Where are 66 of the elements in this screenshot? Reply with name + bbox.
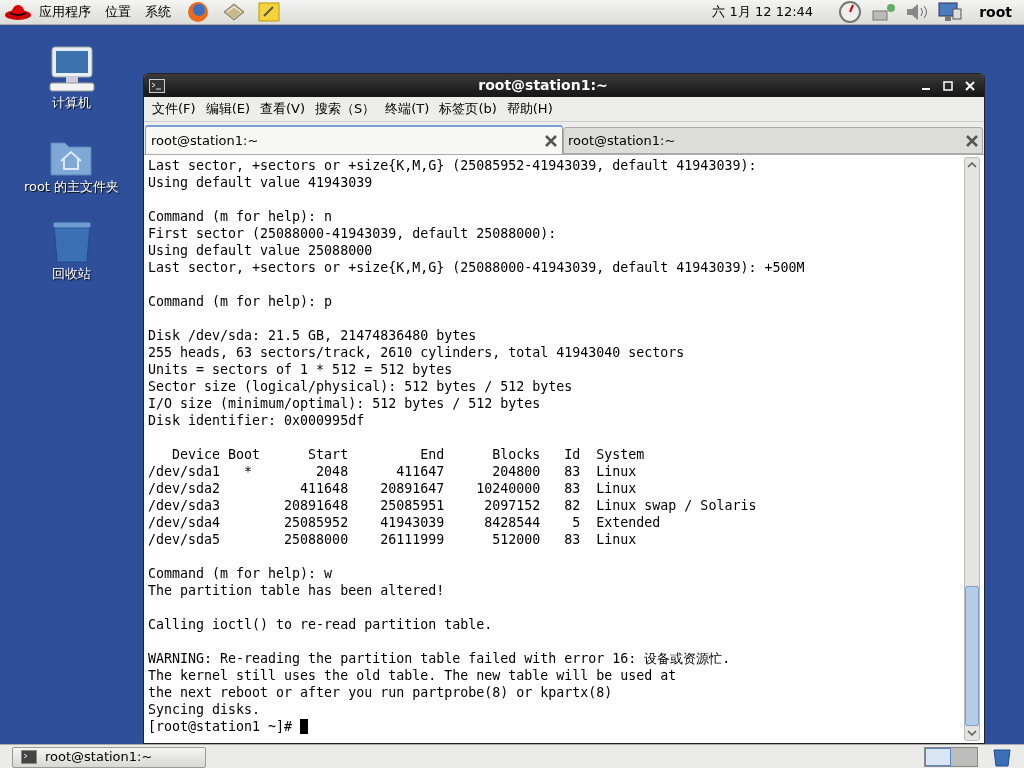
menu-item[interactable]: 终端(T) — [381, 99, 434, 119]
menu-item[interactable]: 文件(F) — [148, 99, 200, 119]
menu-item[interactable]: 标签页(b) — [435, 99, 501, 119]
terminal-line: Calling ioctl() to re-read partition table. — [148, 616, 493, 633]
terminal-line: I/O size (minimum/optimal): 512 bytes / 512 bytes — [148, 395, 541, 412]
computer-icon — [47, 45, 96, 93]
monitor-icon[interactable] — [937, 1, 964, 23]
hat-logo-icon[interactable] — [4, 2, 32, 22]
terminal-line: First sector (25088000-41943039, default 25088000): — [148, 225, 557, 242]
text-cursor — [300, 719, 309, 734]
terminal-line: Units = sectors of 1 * 512 = 512 bytes — [148, 361, 453, 378]
menu-item[interactable]: 编辑(E) — [201, 99, 254, 119]
tab-label: root@station1:~ — [568, 131, 677, 150]
terminal-line: The partition table has been altered! — [148, 582, 445, 599]
terminal-line: Command (m for help): n — [148, 208, 333, 225]
terminal-line: /dev/sda3 20891648 25085951 2097152 82 Linux swap / Solaris — [148, 497, 757, 514]
trash-icon[interactable] — [992, 747, 1012, 767]
notepad-icon[interactable] — [258, 2, 280, 22]
terminal-line: /dev/sda5 25088000 26111999 512000 83 Linux — [148, 531, 637, 548]
terminal-line: Using default value 41943039 — [148, 174, 373, 191]
terminal-line: /dev/sda4 25085952 41943039 8428544 5 Extended — [148, 514, 661, 531]
speaker-icon[interactable] — [905, 2, 930, 22]
terminal-line: Command (m for help): w — [148, 565, 333, 582]
taskbar-button[interactable]: root@station1:~ — [12, 746, 206, 768]
terminal-line: Disk identifier: 0x000995df — [148, 412, 365, 429]
desktop-icon-label[interactable]: 回收站 — [52, 264, 91, 284]
terminal-line: Last sector, +sectors or +size{K,M,G} (25085952-41943039, default 41943039): — [148, 157, 757, 174]
terminal-line: Using default value 25088000 — [148, 242, 373, 259]
terminal-line: Disk /dev/sda: 21.5 GB, 21474836480 bytes — [148, 327, 477, 344]
panel-menu[interactable]: 位置 — [98, 2, 138, 22]
panel-menu[interactable]: 系统 — [138, 2, 178, 22]
network-icon[interactable] — [871, 2, 898, 22]
panel-menu[interactable]: 应用程序 — [32, 2, 98, 22]
terminal-line: WARNING: Re-reading the partition table failed with error 16: 设备或资源忙. — [148, 650, 731, 667]
terminal-line: /dev/sda2 411648 20891647 10240000 83 Linux — [148, 480, 637, 497]
terminal-line: /dev/sda1 * 2048 411647 204800 83 Linux — [148, 463, 637, 480]
terminal-line: Syncing disks. — [148, 701, 261, 718]
clock[interactable]: 六 1月 12 12:44 — [712, 2, 814, 22]
terminal-line: the next reboot or after you run partprobe(8) or kpartx(8) — [148, 684, 613, 701]
globe-icon[interactable] — [186, 1, 210, 23]
terminal-icon — [149, 78, 165, 93]
close-icon[interactable] — [545, 134, 557, 147]
scrollbar-thumb[interactable] — [965, 586, 979, 726]
terminal-line: Command (m for help): p — [148, 293, 333, 310]
terminal-line: Device Boot Start End Blocks Id System — [171, 446, 645, 463]
terminal-line: Last sector, +sectors or +size{K,M,G} (25088000-41943039, default 41943039): +500M — [148, 259, 805, 276]
desktop-icon-label[interactable]: 计算机 — [52, 93, 91, 113]
shell-prompt: [root@station1 ~]# — [148, 718, 293, 735]
menu-item[interactable]: 搜索（S） — [311, 99, 380, 119]
window-title: root@station1:~ — [477, 76, 609, 95]
terminal-line: The kernel still uses the old table. The new table will be used at — [148, 667, 677, 684]
tab[interactable]: root@station1:~ — [563, 127, 983, 154]
maximize-icon[interactable] — [943, 80, 953, 91]
menu-item[interactable]: 查看(V) — [256, 99, 310, 119]
trash-icon — [50, 220, 93, 264]
terminal-line: Sector size (logical/physical): 512 bytes / 512 bytes — [148, 378, 573, 395]
gauge-icon[interactable] — [837, 1, 864, 23]
tab[interactable]: root@station1:~ — [145, 125, 563, 154]
terminal-line: 255 heads, 63 sectors/track, 2610 cylinders, total 41943040 sectors — [148, 344, 685, 361]
menu-item[interactable]: 帮助(H) — [502, 99, 557, 119]
tab-label: root@station1:~ — [151, 131, 260, 150]
user-name[interactable]: root — [979, 1, 1012, 23]
desktop-icon-label[interactable]: root 的主文件夹 — [23, 176, 120, 196]
scrollbar[interactable] — [964, 157, 980, 741]
terminal-icon — [21, 750, 37, 764]
workspace-switcher[interactable] — [924, 747, 978, 767]
